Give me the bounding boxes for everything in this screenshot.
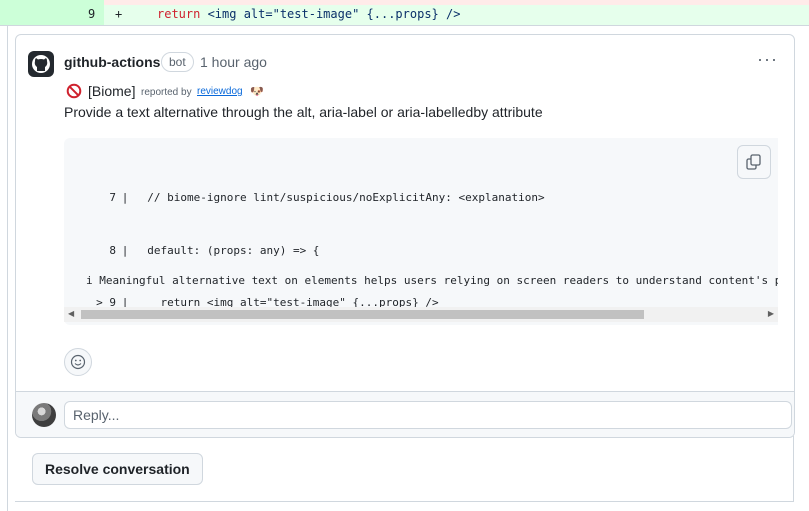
reported-by-label: reported by — [141, 87, 192, 98]
diff-added-line: 9 + return <img alt="test-image" {...pro… — [0, 0, 809, 26]
copy-button[interactable] — [737, 145, 771, 179]
reply-input[interactable] — [64, 401, 792, 429]
comment-message: Provide a text alternative through the a… — [64, 104, 543, 120]
github-logo-icon[interactable] — [28, 51, 54, 77]
code-rest: {...props} /> — [359, 7, 461, 21]
scroll-thumb[interactable] — [81, 310, 644, 319]
diff-code: return <img alt="test-image" {...props} … — [157, 7, 460, 21]
kebab-menu-icon[interactable]: ··· — [757, 49, 778, 70]
code-lines: 7 | // biome-ignore lint/suspicious/noExp… — [64, 154, 545, 325]
code-string: "test-image" — [272, 7, 360, 21]
code-line: 8 | default: (props: any) => { — [109, 243, 320, 257]
diff-add-sign: + — [115, 7, 123, 21]
dog-icon: 🐶 — [250, 86, 264, 98]
code-keyword: return — [157, 7, 201, 21]
comment-author[interactable]: github-actions — [64, 54, 160, 70]
reply-row — [16, 391, 794, 437]
code-hint-text: i Meaningful alternative text on element… — [86, 274, 778, 287]
add-reaction-button[interactable] — [64, 348, 92, 376]
resolve-conversation-button[interactable]: Resolve conversation — [32, 453, 203, 485]
avatar — [32, 403, 56, 427]
container-border-bottom — [15, 501, 794, 502]
smiley-icon — [70, 354, 86, 370]
review-comment-thread: github-actions bot 1 hour ago ··· [Biome… — [15, 34, 795, 438]
thread-connector-line-lower — [7, 436, 8, 511]
bot-badge: bot — [161, 52, 194, 72]
code-horizontal-scrollbar[interactable]: ◀ ▶ — [64, 307, 778, 322]
copy-icon — [746, 154, 761, 170]
scroll-right-arrow[interactable]: ▶ — [768, 309, 774, 318]
diff-line-number[interactable]: 9 — [88, 7, 95, 21]
container-border-right — [793, 436, 794, 502]
code-snippet-block: 7 | // biome-ignore lint/suspicious/noExp… — [64, 138, 778, 325]
linter-tag: [Biome] — [88, 83, 136, 99]
diff-removed-strip — [0, 0, 809, 5]
reviewdog-link[interactable]: reviewdog — [197, 86, 243, 97]
code-tag: <img alt= — [200, 7, 273, 21]
code-line: 7 | // biome-ignore lint/suspicious/noExp… — [109, 191, 545, 204]
scroll-left-arrow[interactable]: ◀ — [68, 309, 74, 318]
prohibited-icon — [66, 83, 82, 99]
comment-timestamp[interactable]: 1 hour ago — [200, 54, 267, 70]
